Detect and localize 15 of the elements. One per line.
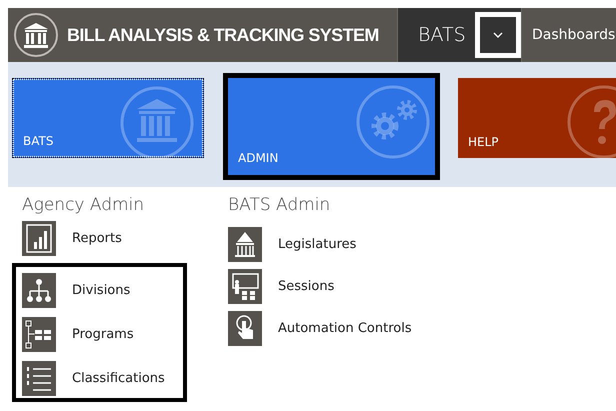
- nav-tile[interactable]: BATS: [12, 78, 204, 158]
- app-name: BATS: [417, 24, 467, 46]
- admin-link[interactable]: Reports: [22, 221, 228, 256]
- nav-link[interactable]: Dashboards: [522, 8, 616, 62]
- nav-tile[interactable]: ADMIN: [223, 73, 440, 180]
- admin-link[interactable]: Divisions: [22, 273, 183, 308]
- nav-tile[interactable]: HELP: [458, 78, 616, 158]
- admin-link[interactable]: Automation Controls: [228, 311, 434, 346]
- admin-link[interactable]: Sessions: [228, 269, 434, 304]
- admin-link[interactable]: Programs: [22, 317, 183, 352]
- section-heading: BATS Admin: [228, 195, 332, 217]
- admin-link[interactable]: Legislatures: [228, 227, 434, 262]
- section-heading: Agency Admin: [22, 195, 146, 217]
- app-title: BILL ANALYSIS & TRACKING SYSTEM: [67, 24, 379, 46]
- admin-link[interactable]: Classifications: [22, 361, 183, 396]
